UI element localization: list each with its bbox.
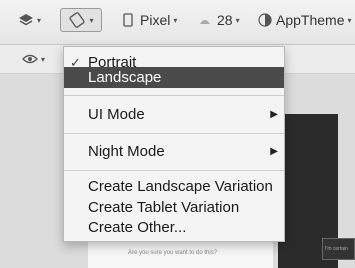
- eye-icon: [22, 53, 38, 65]
- menu-item-label: Night Mode: [88, 143, 165, 160]
- orientation-menu: ✓ Portrait Landscape UI Mode ▶ Night Mod…: [63, 46, 285, 242]
- submenu-arrow-icon: ▶: [270, 146, 278, 157]
- layers-icon: [18, 13, 34, 27]
- preview-dialog-text: Are you sure you want to do this?: [128, 250, 218, 256]
- editor-toolbar: ▾ ▾ Pixel ▾ 28 ▾ AppTheme ▾: [0, 0, 355, 45]
- menu-item-ui-mode[interactable]: UI Mode ▶: [64, 104, 284, 125]
- menu-divider: [64, 95, 284, 96]
- menu-item-create-landscape-variation[interactable]: Create Landscape Variation: [64, 176, 284, 197]
- theme-dropdown[interactable]: AppTheme ▾: [258, 9, 352, 31]
- rotate-icon: [68, 12, 86, 28]
- device-label: Pixel: [140, 12, 171, 28]
- chevron-down-icon: ▾: [347, 15, 352, 25]
- menu-item-label: Create Landscape Variation: [88, 178, 273, 195]
- menu-item-label: Create Other...: [88, 219, 187, 236]
- theme-label: AppTheme: [276, 12, 345, 28]
- view-options-dropdown[interactable]: ▾: [22, 48, 45, 70]
- chevron-down-icon: ▾: [41, 54, 46, 64]
- phone-icon: [122, 13, 134, 27]
- submenu-arrow-icon: ▶: [270, 109, 278, 120]
- chevron-down-icon: ▾: [173, 15, 178, 25]
- chevron-down-icon: ▾: [37, 15, 42, 25]
- android-icon: [198, 14, 212, 26]
- menu-item-landscape[interactable]: Landscape: [64, 67, 284, 88]
- orientation-dropdown[interactable]: ▾: [60, 8, 102, 32]
- chevron-down-icon: ▾: [89, 15, 94, 25]
- menu-item-create-tablet-variation[interactable]: Create Tablet Variation: [64, 197, 284, 218]
- api-level-dropdown[interactable]: 28 ▾: [198, 9, 240, 31]
- menu-item-night-mode[interactable]: Night Mode ▶: [64, 141, 284, 162]
- menu-item-label: Create Tablet Variation: [88, 199, 240, 216]
- blueprint-button: I'm certain: [322, 238, 355, 260]
- chevron-down-icon: ▾: [235, 15, 240, 25]
- menu-item-create-other[interactable]: Create Other...: [64, 217, 284, 238]
- theme-icon: [258, 13, 272, 27]
- design-surface-dropdown[interactable]: ▾: [18, 9, 41, 31]
- device-dropdown[interactable]: Pixel ▾: [122, 9, 177, 31]
- menu-item-label: Landscape: [88, 69, 162, 86]
- api-level-label: 28: [217, 12, 233, 28]
- menu-item-label: UI Mode: [88, 106, 145, 123]
- menu-divider: [64, 170, 284, 171]
- menu-divider: [64, 133, 284, 134]
